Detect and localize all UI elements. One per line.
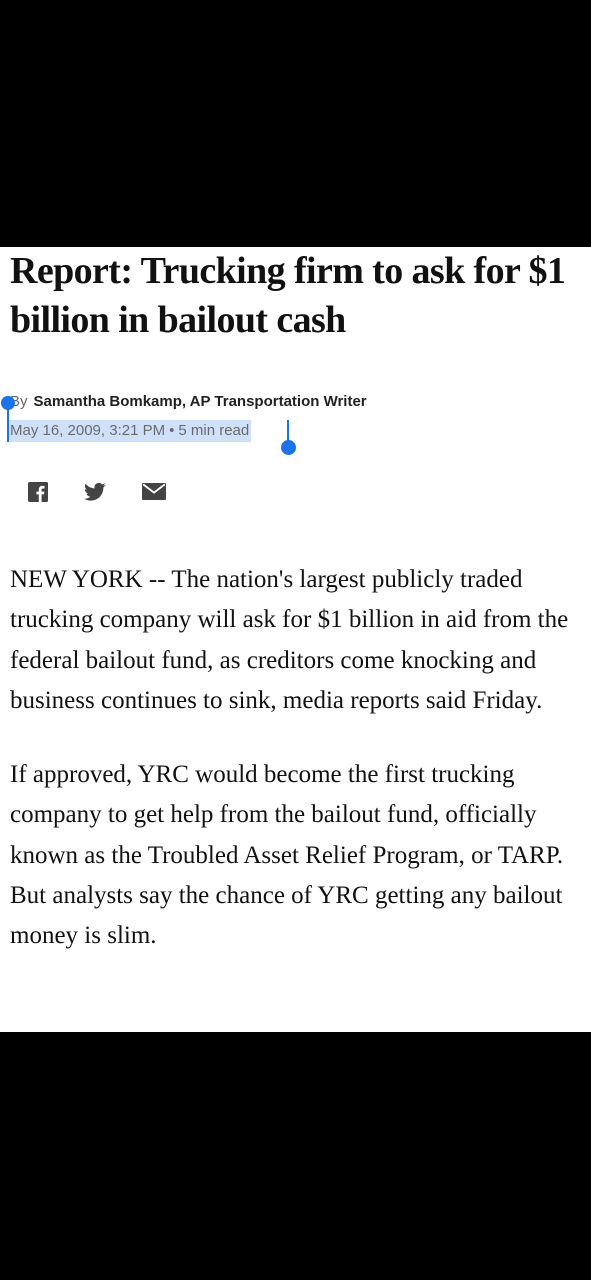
facebook-share-button[interactable] bbox=[28, 482, 50, 502]
email-share-button[interactable] bbox=[142, 482, 166, 502]
author-name[interactable]: Samantha Bomkamp, AP Transportation Writ… bbox=[34, 393, 367, 410]
read-time: 5 min read bbox=[178, 422, 250, 439]
facebook-icon bbox=[28, 482, 48, 502]
article-headline: Report: Trucking firm to ask for $1 bill… bbox=[10, 250, 566, 341]
twitter-icon bbox=[84, 482, 106, 501]
bottom-black-area bbox=[0, 1032, 591, 1280]
article-meta-selected[interactable]: May 16, 2009, 3:21 PM • 5 min read bbox=[8, 420, 252, 442]
selection-end-handle[interactable] bbox=[281, 440, 296, 455]
publish-date: May 16, 2009, 3:21 PM bbox=[10, 422, 166, 439]
byline: By Samantha Bomkamp, AP Transportation Wr… bbox=[10, 393, 367, 410]
article-paragraph: NEW YORK -- The nation's largest publicl… bbox=[10, 566, 569, 714]
meta-separator: • bbox=[169, 422, 175, 439]
article-content: Report: Trucking firm to ask for $1 bill… bbox=[0, 247, 591, 1032]
email-icon bbox=[142, 483, 166, 500]
article-paragraph: If approved, YRC would become the first … bbox=[10, 761, 564, 950]
top-black-area bbox=[0, 0, 591, 247]
article-body: NEW YORK -- The nation's largest publicl… bbox=[10, 560, 588, 991]
twitter-share-button[interactable] bbox=[84, 482, 106, 502]
selection-start-handle[interactable] bbox=[1, 396, 15, 410]
